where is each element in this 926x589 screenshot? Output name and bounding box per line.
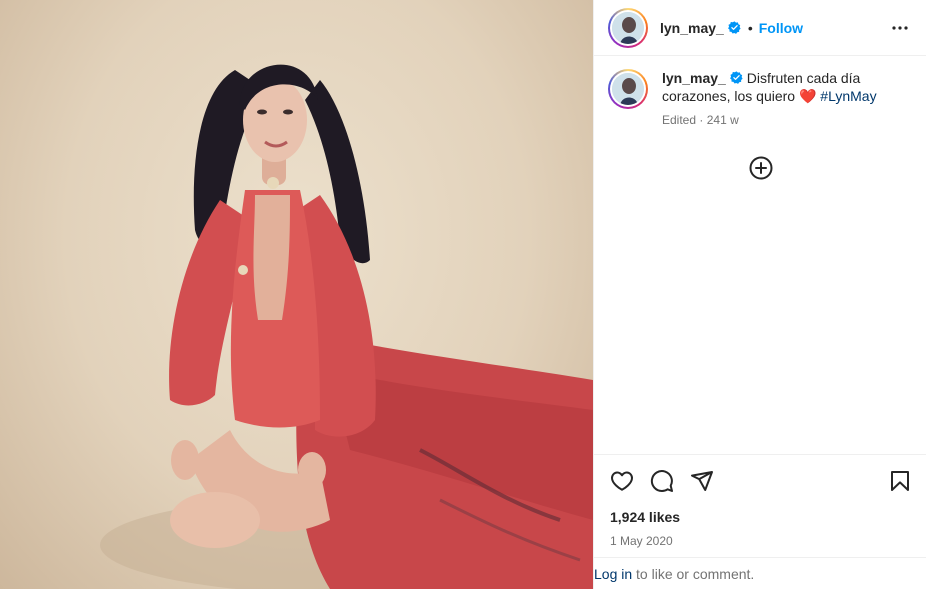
comment-icon[interactable] [650,469,674,493]
bookmark-icon[interactable] [888,469,912,493]
caption-meta: Edited · 241 w [662,113,902,127]
caption-text: lyn_may_ Disfruten cada día corazones, l… [662,69,902,105]
heart-icon[interactable] [610,469,634,493]
photo-woman-red-dress [100,64,593,589]
verified-badge-icon [727,21,741,34]
avatar-image [612,11,644,44]
post-photo[interactable] [0,0,593,589]
actions-section: 1,924 likes 1 May 2020 [594,454,926,557]
post-header: lyn_may_ • Follow [594,0,926,56]
caption-username[interactable]: lyn_may_ [662,70,726,86]
hashtag-link[interactable]: #LynMay [820,88,876,104]
follow-button[interactable]: Follow [759,20,803,36]
post-sidebar: lyn_may_ • Follow lyn_may_ Disfruten cad… [593,0,926,589]
separator-dot: • [747,19,753,36]
comment-login-bar: Log in to like or comment. [594,557,926,589]
meta-separator: · [699,113,704,127]
caption-avatar [612,73,644,105]
action-icons [594,455,926,507]
username-link[interactable]: lyn_may_ [660,20,724,36]
edited-label: Edited [662,113,697,127]
caption-story-ring[interactable] [608,69,648,109]
verified-badge-icon [729,71,743,84]
send-icon[interactable] [690,469,714,493]
login-link[interactable]: Log in [594,566,632,582]
caption: lyn_may_ Disfruten cada día corazones, l… [594,56,926,127]
post-date[interactable]: 1 May 2020 [594,534,926,548]
heart-emoji: ❤️ [798,88,817,104]
plus-circle-icon[interactable] [749,156,773,180]
comment-prompt: to like or comment. [632,565,755,582]
more-horizontal-icon [892,25,908,30]
instagram-post: lyn_may_ • Follow lyn_may_ Disfruten cad… [0,0,926,589]
avatar [612,11,644,44]
more-options-button[interactable] [888,16,912,40]
story-ring[interactable] [608,7,648,48]
avatar-image [612,73,644,105]
post-age[interactable]: 241 w [707,113,739,127]
likes-count[interactable]: 1,924 likes [594,509,926,525]
